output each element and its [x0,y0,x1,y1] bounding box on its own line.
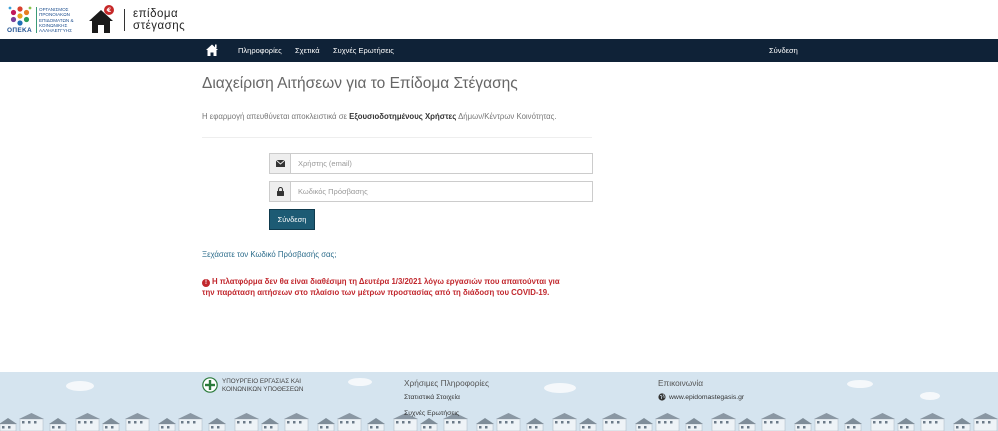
intro-text: Η εφαρμογή απευθύνεται αποκλειστικά σε Ε… [202,112,557,121]
useful-info-heading: Χρήσιμες Πληροφορίες [404,378,489,388]
brand-divider [124,9,125,31]
city-skyline-illustration [0,378,998,431]
footer-website-link[interactable]: www.epidomastegasis.gr [669,394,744,401]
lock-icon [270,182,291,201]
contact-heading: Επικοινωνία [658,378,704,388]
opeka-flower-icon [8,6,32,26]
envelope-icon [270,154,291,173]
forgot-password-link[interactable]: Ξεχάσατε τον Κωδικό Πρόσβασής σας; [202,250,336,259]
nav-login-link[interactable]: Σύνδεση [769,46,798,55]
ministry-name: ΥΠΟΥΡΓΕΙΟ ΕΡΓΑΣΙΑΣ ΚΑΙ ΚΟΙΝΩΝΙΚΩΝ ΥΠΟΘΕΣ… [222,378,304,393]
logo-divider [36,7,37,33]
site-header: ΟΠΕΚΑ ΟΡΓΑΝΙΣΜΟΣ ΠΡΟΝΟΙΑΚΩΝ ΕΠΙΔΟΜΑΤΩΝ &… [0,0,998,39]
password-input[interactable] [291,182,592,201]
footer-link-faq[interactable]: Συχνές Ερωτήσεις [404,410,459,417]
exclamation-icon: ! [202,279,210,287]
password-field-group [269,181,593,202]
nav-item-faq[interactable]: Συχνές Ερωτήσεις [333,46,394,55]
home-icon[interactable] [205,43,219,57]
main-navbar: Πληροφορίες Σχετικά Συχνές Ερωτήσεις Σύν… [0,39,998,62]
username-input[interactable] [291,154,592,173]
footer-link-statistics[interactable]: Στατιστικά Στοιχεία [404,394,460,401]
house-logo-icon[interactable]: € [88,4,114,34]
nav-item-info[interactable]: Πληροφορίες [238,46,282,55]
brand-name[interactable]: επίδομα στέγασης [133,8,185,32]
ministry-emblem-icon [202,377,218,393]
page-title: Διαχείριση Αιτήσεων για το Επίδομα Στέγα… [202,75,518,92]
section-divider [202,137,592,138]
site-footer: ΥΠΟΥΡΓΕΙΟ ΕΡΓΑΣΙΑΣ ΚΑΙ ΚΟΙΝΩΝΙΚΩΝ ΥΠΟΘΕΣ… [0,372,998,431]
nav-item-about[interactable]: Σχετικά [295,46,320,55]
maintenance-alert: ! Η πλατφόρμα δεν θα είναι διαθέσιμη τη Δ… [202,277,560,297]
opeka-short-name: ΟΠΕΚΑ [7,27,32,34]
globe-icon [658,393,666,401]
username-field-group [269,153,593,174]
opeka-logo[interactable]: ΟΠΕΚΑ ΟΡΓΑΝΙΣΜΟΣ ΠΡΟΝΟΙΑΚΩΝ ΕΠΙΔΟΜΑΤΩΝ &… [7,5,82,35]
svg-text:€: € [106,6,112,14]
login-button[interactable]: Σύνδεση [269,209,315,230]
opeka-full-name: ΟΡΓΑΝΙΣΜΟΣ ΠΡΟΝΟΙΑΚΩΝ ΕΠΙΔΟΜΑΤΩΝ & ΚΟΙΝΩ… [39,7,74,34]
